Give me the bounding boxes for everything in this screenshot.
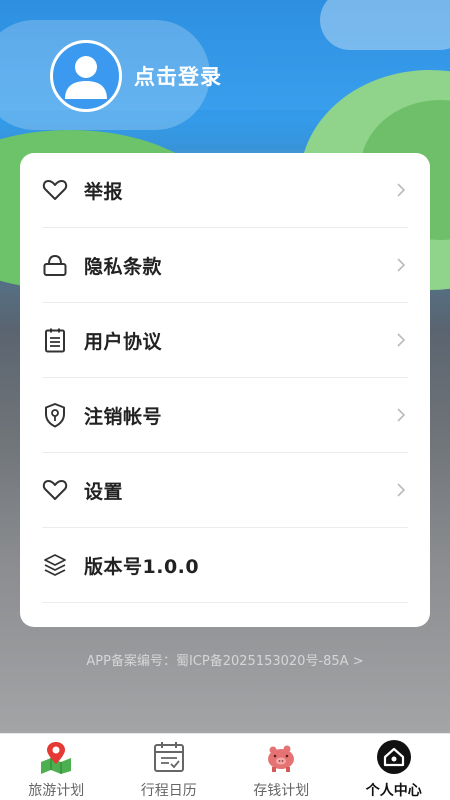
tab-label: 存钱计划 [253, 783, 310, 799]
calendar-icon [151, 740, 187, 774]
menu-item-agreement[interactable]: 用户协议 [42, 303, 408, 378]
menu-item-report[interactable]: 举报 [42, 153, 408, 228]
menu-item-label: 用户协议 [84, 330, 163, 353]
login-label[interactable]: 点击登录 [134, 61, 222, 91]
menu-item-version: 版本号1.0.0 [42, 528, 408, 603]
profile-login[interactable]: 点击登录 [50, 40, 222, 112]
menu-item-label: 隐私条款 [84, 255, 163, 278]
menu-item-label: 设置 [84, 480, 124, 503]
tab-personal-center[interactable]: 个人中心 [338, 734, 450, 800]
version-label: 版本号1.0.0 [84, 555, 200, 578]
heart-icon [42, 477, 68, 503]
bottom-tab-bar: 旅游计划 行程日历 存钱计划 个人中心 [0, 733, 450, 800]
tab-label: 个人中心 [365, 783, 422, 799]
menu-item-privacy[interactable]: 隐私条款 [42, 228, 408, 303]
chevron-right-icon [394, 405, 408, 425]
user-avatar-icon[interactable] [50, 40, 122, 112]
icp-filing-link[interactable]: APP备案编号：蜀ICP备2025153020号-85A > [0, 650, 450, 669]
tab-label: 行程日历 [140, 783, 197, 799]
tab-label: 旅游计划 [28, 783, 85, 799]
shield-icon [42, 402, 68, 428]
chevron-right-icon [394, 255, 408, 275]
layers-icon [42, 552, 68, 578]
home-icon [376, 740, 412, 774]
lock-icon [42, 252, 68, 278]
tab-savings-plan[interactable]: 存钱计划 [225, 734, 338, 800]
menu-item-deactivate[interactable]: 注销帐号 [42, 378, 408, 453]
map-pin-icon [38, 740, 74, 774]
chevron-right-icon [394, 180, 408, 200]
menu-item-label: 注销帐号 [84, 405, 163, 428]
settings-card: 举报 隐私条款 用户协议 注销帐号 设置 版本号1.0.0 [20, 153, 430, 627]
piggy-bank-icon [263, 740, 299, 774]
menu-item-settings[interactable]: 设置 [42, 453, 408, 528]
chevron-right-icon [394, 330, 408, 350]
clipboard-icon [42, 327, 68, 353]
tab-itinerary-calendar[interactable]: 行程日历 [113, 734, 226, 800]
menu-item-label: 举报 [84, 180, 124, 203]
tab-travel-plan[interactable]: 旅游计划 [0, 734, 113, 800]
heart-icon [42, 177, 68, 203]
chevron-right-icon [394, 480, 408, 500]
cloud-right [320, 0, 450, 50]
